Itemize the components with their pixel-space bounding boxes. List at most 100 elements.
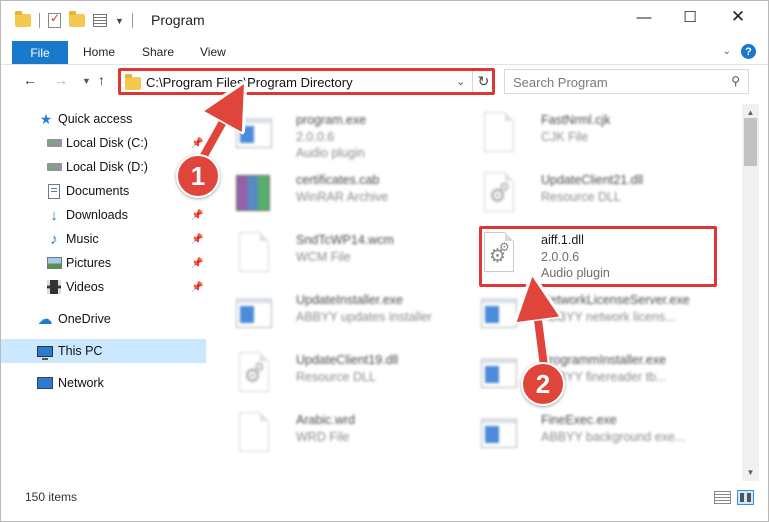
file-name: NetworkLicenseServer.exe [541,293,690,307]
sidebar-item-pictures[interactable]: Pictures 📌 [1,251,206,275]
videos-icon [46,279,62,295]
sidebar-item-onedrive[interactable]: ☁ OneDrive [1,307,206,331]
file-item[interactable]: FineExec.exe ABBYY background exe... [459,406,699,464]
sidebar-item-videos[interactable]: Videos 📌 [1,275,206,299]
pin-icon[interactable]: 📌 [191,258,203,269]
address-dropdown-chevron-icon[interactable]: ⌄ [456,75,465,88]
file-item-aiff-dll[interactable]: ⚙ ⚙ aiff.1.dll 2.0.0.6 Audio plugin [459,226,699,284]
file-type: WCM File [296,250,351,264]
computer-icon [37,343,53,360]
music-icon: ♪ [50,230,58,248]
file-type: Resource DLL [296,370,376,384]
sidebar-item-label: This PC [58,344,103,358]
documents-icon [46,183,62,199]
pin-icon[interactable]: 📌 [191,210,203,221]
file-name: aiff.1.dll [541,233,584,247]
vertical-scrollbar[interactable]: ▲ ▼ [742,104,759,481]
file-name: FineExec.exe [541,413,617,427]
exe-icon [481,292,517,336]
sidebar-item-label: Local Disk (C:) [66,136,148,150]
file-item[interactable]: FastNrml.cjk CJK File [459,106,699,164]
properties-check-icon[interactable] [48,11,61,28]
file-name: UpdateClient19.dll [296,353,399,367]
customize-toolbar-arrow-icon[interactable]: ▼ [115,16,124,26]
expand-ribbon-chevron-icon[interactable]: ⌄ [723,46,731,57]
address-path[interactable]: C:\Program Files\Program Directory [146,75,353,90]
file-item[interactable]: UpdateInstaller.exe ABBYY updates instal… [214,286,454,344]
recent-locations-chevron-icon[interactable]: ▼ [82,76,91,86]
search-box[interactable]: ⚲ [504,69,749,94]
file-type: ABBYY updates installer [296,310,432,324]
file-type: CJK File [541,130,589,144]
file-item[interactable]: ⚙ ⚙ UpdateClient21.dll Resource DLL [459,166,699,224]
up-arrow-icon[interactable]: ↑ [98,72,105,88]
search-input[interactable] [513,74,723,90]
navigation-bar: ← → ▼ ↑ C:\Program Files\Program Directo… [1,66,768,98]
status-bar: 150 items [1,484,768,510]
file-name: UpdateInstaller.exe [296,293,404,307]
tab-file[interactable]: File [12,41,68,64]
sidebar-item-music[interactable]: ♪ Music 📌 [1,227,206,251]
title-bar: ▼ Program — ☐ ✕ [1,1,768,39]
scroll-down-arrow-icon[interactable]: ▼ [742,464,759,481]
file-name: Arabic.wrd [296,413,356,427]
sidebar-item-label: Pictures [66,256,112,270]
file-item[interactable]: ⚙ ⚙ UpdateClient19.dll Resource DLL [214,346,454,404]
drive-icon [46,135,62,151]
sidebar-item-downloads[interactable]: ↓ Downloads 📌 [1,203,206,227]
exe-icon [481,412,517,456]
sidebar-item-local-disk-c[interactable]: Local Disk (C:) 📌 [1,131,206,155]
forward-arrow-icon[interactable]: → [54,72,68,88]
properties-icon[interactable] [93,14,107,27]
sidebar-item-documents[interactable]: Documents 📌 [1,179,206,203]
file-list: program.exe 2.0.0.6 Audio plugin certifi… [208,104,741,481]
file-item[interactable]: ProgrammInstaller.exe ABBYY finereader t… [459,346,699,404]
file-item[interactable]: program.exe 2.0.0.6 Audio plugin [214,106,454,164]
pin-icon[interactable]: 📌 [191,138,203,149]
help-icon[interactable]: ? [741,44,756,59]
file-item[interactable]: Arabic.wrd WRD File [214,406,454,464]
search-icon[interactable]: ⚲ [731,74,740,88]
window-title: Program [151,12,205,28]
sidebar-item-label: Documents [66,184,130,198]
refresh-icon[interactable]: ↻ [472,70,494,93]
sidebar-item-label: Videos [66,280,104,294]
file-explorer-window: ▼ Program — ☐ ✕ File Home Share View ⌄ ?… [0,0,769,522]
sidebar-item-quick-access[interactable]: ★ Quick access [1,107,206,131]
file-icon [236,232,272,276]
file-name: UpdateClient21.dll [541,173,644,187]
dll-icon: ⚙ ⚙ [481,172,517,216]
file-icon [236,412,272,456]
maximize-button[interactable]: ☐ [667,1,713,33]
address-bar[interactable]: C:\Program Files\Program Directory ⌄ ↻ [118,69,494,94]
new-folder-icon[interactable] [69,11,85,27]
downloads-icon: ↓ [50,206,58,224]
details-view-icon[interactable] [714,491,731,504]
toolbar-divider [39,13,40,28]
close-button[interactable]: ✕ [715,1,761,33]
pictures-icon [46,255,62,271]
file-type: WRD File [296,430,350,444]
file-version: 2.0.0.6 [541,250,580,264]
sidebar-item-network[interactable]: Network [1,371,206,395]
dll-icon: ⚙ ⚙ [481,232,517,276]
sidebar-item-label: OneDrive [58,312,111,326]
tiles-view-icon[interactable] [737,490,754,505]
tab-home[interactable]: Home [83,45,115,59]
file-name: program.exe [296,113,367,127]
minimize-button[interactable]: — [621,1,667,33]
tab-view[interactable]: View [200,45,226,59]
file-item[interactable]: NetworkLicenseServer.exe ABBYY network l… [459,286,699,344]
file-name: certificates.cab [296,173,380,187]
pin-icon[interactable]: 📌 [191,234,203,245]
sidebar-item-this-pc[interactable]: This PC [1,339,206,363]
file-item[interactable]: certificates.cab WinRAR Archive [214,166,454,224]
drive-icon [46,159,62,175]
sidebar-item-label: Local Disk (D:) [66,160,148,174]
file-item[interactable]: SndTcWP14.wcm WCM File [214,226,454,284]
pin-icon[interactable]: 📌 [191,282,203,293]
tab-share[interactable]: Share [142,45,174,59]
scroll-thumb[interactable] [744,118,757,166]
back-arrow-icon[interactable]: ← [23,72,37,88]
exe-icon [236,292,272,336]
